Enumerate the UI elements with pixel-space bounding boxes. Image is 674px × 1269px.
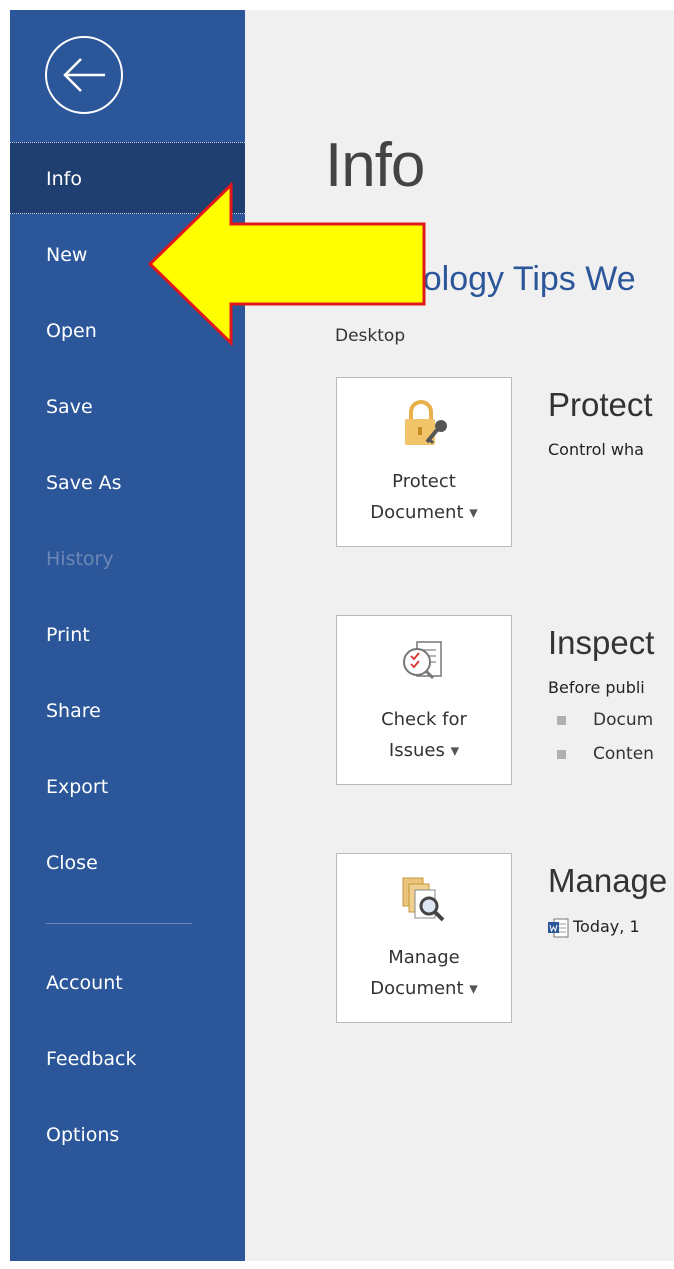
sidebar-item-options[interactable]: Options: [10, 1099, 245, 1171]
sidebar-item-history: History: [46, 548, 114, 570]
protect-heading: Protect: [548, 386, 653, 423]
lock-key-icon: [405, 400, 447, 445]
manage-document-button[interactable]: Manage Document ▼: [336, 853, 512, 1023]
protect-document-button[interactable]: Protect Document ▼: [336, 377, 512, 547]
sidebar-item-share[interactable]: Share: [10, 675, 245, 747]
inspect-bullet: Conten: [557, 744, 654, 764]
sidebar-divider: [46, 923, 192, 924]
chevron-down-icon: ▼: [450, 744, 460, 758]
sidebar-item-print[interactable]: Print: [10, 599, 245, 671]
protect-description: Control wha: [548, 440, 644, 459]
sidebar-item-save[interactable]: Save: [10, 371, 245, 443]
back-button[interactable]: [45, 36, 123, 114]
sidebar-item-feedback[interactable]: Feedback: [10, 1023, 245, 1095]
inspect-bullet: Docum: [557, 710, 653, 730]
chevron-down-icon: ▼: [469, 982, 478, 996]
check-for-issues-button[interactable]: Check for Issues ▼: [336, 615, 512, 785]
protect-document-label: Protect Document ▼: [370, 471, 478, 523]
sidebar-item-export[interactable]: Export: [10, 751, 245, 823]
autosave-file-item[interactable]: Today, 1: [548, 917, 640, 938]
back-arrow-icon: [63, 58, 105, 92]
sidebar-item-save-as[interactable]: Save As: [10, 447, 245, 519]
sidebar-item-close[interactable]: Close: [10, 827, 245, 899]
inspect-description: Before publi: [548, 678, 645, 697]
backstage-view: Info New Open Save Save As History Print…: [10, 10, 674, 1261]
chevron-down-icon: ▼: [469, 506, 478, 520]
word-file-icon: [548, 918, 570, 938]
check-for-issues-label: Check for Issues ▼: [381, 709, 467, 761]
check-issues-icon: [403, 641, 442, 680]
sidebar-item-account[interactable]: Account: [10, 947, 245, 1019]
manage-document-label: Manage Document ▼: [370, 947, 478, 999]
manage-document-icon: [402, 877, 445, 922]
manage-heading: Manage: [548, 862, 668, 899]
inspect-heading: Inspect: [548, 624, 655, 661]
yellow-arrow-icon: [148, 182, 426, 347]
